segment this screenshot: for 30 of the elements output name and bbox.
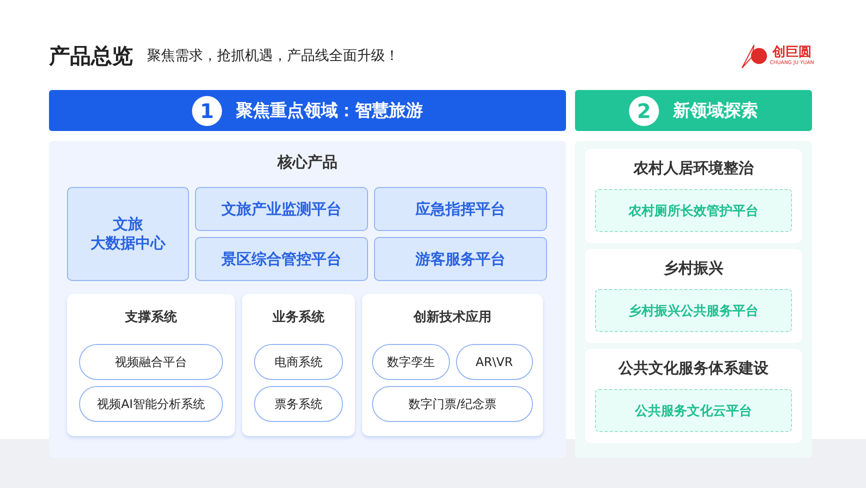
platform-card: 乡村振兴公共服务平台 bbox=[595, 289, 792, 332]
product-card: 景区综合管控平台 bbox=[195, 237, 368, 281]
product-card: 游客服务平台 bbox=[374, 237, 547, 281]
core-title: 核心产品 bbox=[276, 153, 338, 173]
logo-icon bbox=[740, 43, 770, 69]
platform-card: 公共服务文化云平台 bbox=[595, 389, 792, 432]
system-pill: 数字孪生 bbox=[372, 344, 450, 380]
card-title: 支撑系统 bbox=[124, 308, 178, 327]
section-number: 2 bbox=[629, 96, 659, 126]
section-title: 聚焦重点领域：智慧旅游 bbox=[236, 100, 423, 122]
system-pill: 电商系统 bbox=[254, 344, 343, 380]
area-title: 农村人居环境整治 bbox=[632, 159, 755, 179]
card-title: 业务系统 bbox=[272, 308, 326, 327]
logo-name: 创巨圆 bbox=[772, 46, 812, 60]
page-title: 产品总览 bbox=[49, 43, 133, 70]
product-card: 文旅产业监测平台 bbox=[195, 187, 368, 231]
system-pill: 视频AI智能分析系统 bbox=[79, 386, 223, 422]
system-pill: AR\VR bbox=[456, 344, 533, 380]
product-card: 文旅 大数据中心 bbox=[67, 187, 189, 281]
section-title: 新领域探索 bbox=[673, 100, 758, 122]
area-title: 乡村振兴 bbox=[662, 259, 724, 279]
system-pill: 数字门票/纪念票 bbox=[372, 386, 533, 422]
product-card: 应急指挥平台 bbox=[374, 187, 547, 231]
area-title: 公共文化服务体系建设 bbox=[617, 359, 770, 379]
platform-card: 农村厕所长效管护平台 bbox=[595, 189, 792, 232]
system-pill: 视频融合平台 bbox=[79, 344, 223, 380]
section-number: 1 bbox=[192, 96, 222, 126]
card-title: 创新技术应用 bbox=[412, 308, 492, 327]
system-pill: 票务系统 bbox=[254, 386, 343, 422]
page-subtitle: 聚焦需求，抢抓机遇，产品线全面升级！ bbox=[147, 47, 399, 65]
